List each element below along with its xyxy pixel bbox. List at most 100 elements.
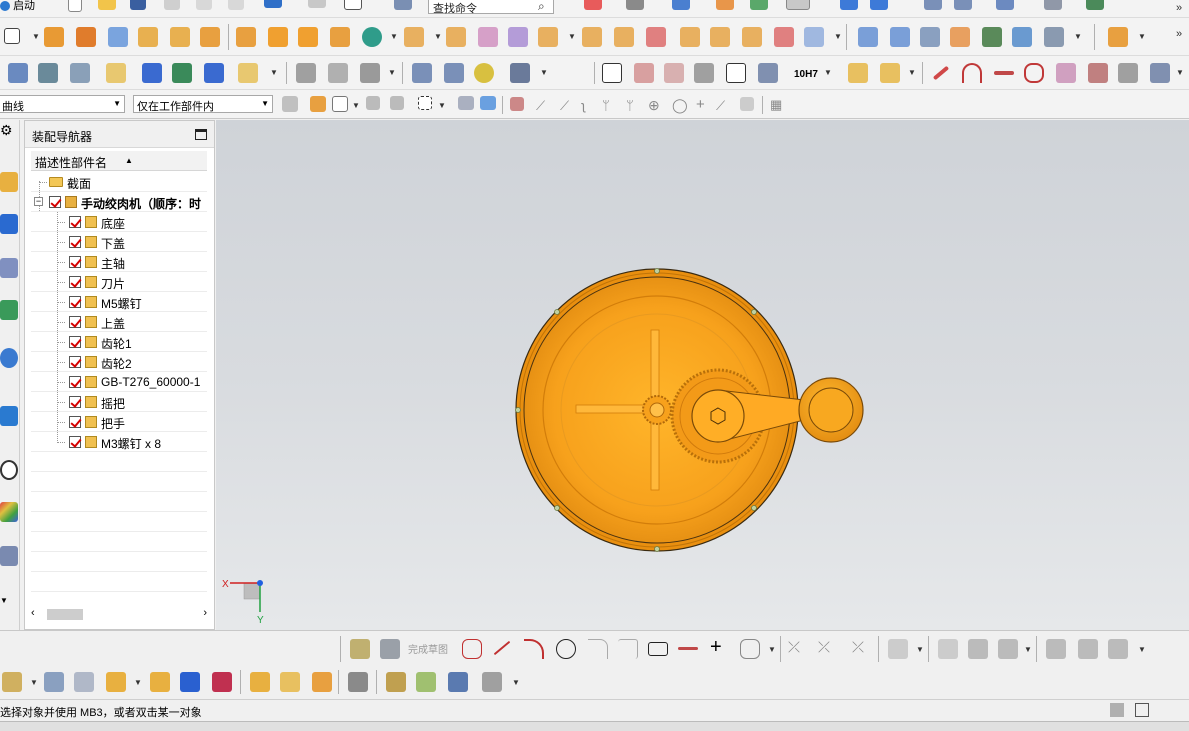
copy-icon[interactable] bbox=[196, 0, 212, 10]
dropdown-arrow-icon[interactable]: ▼ bbox=[512, 678, 520, 687]
show-constraints-icon[interactable] bbox=[998, 639, 1018, 659]
show-hide-icon[interactable] bbox=[360, 63, 380, 83]
snap-center-icon[interactable]: ⊕ bbox=[648, 97, 660, 114]
tree-node-part[interactable]: 齿轮2 bbox=[31, 352, 207, 372]
open-icon[interactable] bbox=[98, 0, 116, 10]
move-face-icon[interactable] bbox=[680, 27, 700, 47]
gear-1-part[interactable] bbox=[642, 395, 672, 425]
handle-part[interactable] bbox=[798, 377, 864, 443]
dropdown-arrow-icon[interactable]: ▼ bbox=[540, 68, 548, 77]
sweep-icon[interactable] bbox=[710, 27, 730, 47]
sketch-polygon-icon[interactable] bbox=[678, 647, 698, 650]
scroll-thumb[interactable] bbox=[47, 609, 83, 620]
dropdown-arrow-icon[interactable]: ▼ bbox=[434, 32, 442, 41]
tree-node-part[interactable]: 底座 bbox=[31, 212, 207, 232]
web-browser-icon[interactable] bbox=[0, 348, 18, 368]
part-navigator-icon[interactable] bbox=[0, 258, 18, 278]
constraint-navigator-icon[interactable] bbox=[0, 214, 18, 234]
arc-icon[interactable] bbox=[962, 63, 982, 83]
rail-scroll-down-icon[interactable]: ▼ bbox=[0, 596, 18, 616]
visibility-checkbox[interactable] bbox=[69, 436, 81, 448]
fit-view-icon[interactable] bbox=[584, 0, 602, 10]
dropdown-arrow-icon[interactable]: ▼ bbox=[32, 32, 40, 41]
stop-at-intersection-icon[interactable] bbox=[390, 96, 404, 110]
sketch-chamfer-icon[interactable] bbox=[618, 639, 638, 659]
replace-face-icon[interactable] bbox=[646, 27, 666, 47]
snap-face-point-icon[interactable] bbox=[740, 97, 754, 111]
select-body-icon[interactable] bbox=[458, 96, 474, 110]
system-materials-icon[interactable] bbox=[0, 546, 18, 566]
fit-tolerance-label[interactable]: 10H7 bbox=[794, 69, 818, 80]
emboss-icon[interactable] bbox=[804, 27, 824, 47]
measure-icon[interactable] bbox=[996, 0, 1014, 10]
layer-icon[interactable] bbox=[840, 0, 858, 10]
triangle-icon[interactable] bbox=[602, 63, 622, 83]
redo-icon[interactable] bbox=[308, 0, 326, 8]
sketch-rectangle-icon[interactable] bbox=[648, 642, 668, 656]
toolbar-overflow-icon[interactable]: » bbox=[1176, 2, 1182, 14]
layer-settings-icon[interactable] bbox=[38, 63, 58, 83]
mirror-feature-icon[interactable] bbox=[774, 27, 794, 47]
assembly-add-icon[interactable] bbox=[1108, 27, 1128, 47]
spring-icon[interactable] bbox=[444, 63, 464, 83]
full-screen-icon[interactable] bbox=[1135, 703, 1149, 717]
visibility-checkbox[interactable] bbox=[69, 376, 81, 388]
snap-existing-point-icon[interactable]: + bbox=[696, 96, 705, 113]
sketch-icon[interactable] bbox=[344, 0, 362, 10]
save-icon[interactable] bbox=[130, 0, 146, 10]
snap-endpoint-icon[interactable] bbox=[510, 97, 524, 111]
project-curve-icon[interactable] bbox=[1088, 63, 1108, 83]
visibility-checkbox[interactable] bbox=[69, 296, 81, 308]
snap-intersection-icon[interactable]: ᛘ bbox=[626, 98, 634, 113]
cut-icon[interactable] bbox=[164, 0, 180, 10]
intersect-curve-icon[interactable] bbox=[1118, 63, 1138, 83]
history-icon[interactable] bbox=[0, 406, 18, 426]
datum-plane-icon[interactable] bbox=[236, 27, 256, 47]
new-icon[interactable] bbox=[68, 0, 82, 12]
unite-icon[interactable] bbox=[330, 27, 350, 47]
boss-icon[interactable] bbox=[138, 27, 158, 47]
rotate-view-icon[interactable] bbox=[626, 0, 644, 10]
clock-icon[interactable] bbox=[0, 460, 18, 480]
assembly-sequencing-icon[interactable] bbox=[448, 672, 468, 692]
dropdown-arrow-icon[interactable]: ▼ bbox=[1138, 32, 1146, 41]
dropdown-arrow-icon[interactable]: ▼ bbox=[568, 32, 576, 41]
wave-geometry-linker-icon[interactable] bbox=[386, 672, 406, 692]
surface-mesh-icon[interactable] bbox=[890, 27, 910, 47]
sketch-fillet-icon[interactable] bbox=[588, 639, 608, 659]
grid-icon[interactable]: ▦ bbox=[770, 97, 782, 113]
tree-node-part[interactable]: M3螺钉 x 8 bbox=[31, 432, 207, 452]
maximize-icon[interactable] bbox=[195, 129, 207, 140]
tree-node-part[interactable]: 主轴 bbox=[31, 252, 207, 272]
horizontal-scrollbar[interactable]: ‹ › bbox=[29, 607, 209, 621]
visibility-checkbox[interactable] bbox=[49, 196, 61, 208]
dropdown-arrow-icon[interactable]: ▼ bbox=[834, 32, 842, 41]
replace-component-icon[interactable] bbox=[312, 672, 332, 692]
visibility-checkbox[interactable] bbox=[69, 396, 81, 408]
datum-target-icon[interactable] bbox=[664, 63, 684, 83]
swept-surface-icon[interactable] bbox=[920, 27, 940, 47]
tube-icon[interactable] bbox=[742, 27, 762, 47]
section-view-icon[interactable] bbox=[172, 63, 192, 83]
paste-icon[interactable] bbox=[228, 0, 244, 10]
tree-node-part[interactable]: 把手 bbox=[31, 412, 207, 432]
spline-icon[interactable] bbox=[1024, 63, 1044, 83]
sort-ascending-icon[interactable]: ▲ bbox=[125, 156, 133, 165]
offset-sketch-icon[interactable] bbox=[888, 639, 908, 659]
offset-surface-icon[interactable] bbox=[1012, 27, 1032, 47]
bearing-icon[interactable] bbox=[474, 63, 494, 83]
mirror-assembly-icon[interactable] bbox=[250, 672, 270, 692]
convert-reference-icon[interactable] bbox=[1108, 639, 1128, 659]
chamfer-icon[interactable] bbox=[446, 27, 466, 47]
split-body-icon[interactable] bbox=[582, 27, 602, 47]
hole-icon[interactable] bbox=[108, 27, 128, 47]
extract-curve-icon[interactable] bbox=[1150, 63, 1170, 83]
simulation-icon[interactable] bbox=[1086, 0, 1104, 10]
check-clearances-icon[interactable] bbox=[416, 672, 436, 692]
assembly-constraints-icon[interactable] bbox=[180, 672, 200, 692]
hide-icon[interactable] bbox=[296, 63, 316, 83]
rectangle-select-icon[interactable] bbox=[332, 96, 348, 112]
visibility-checkbox[interactable] bbox=[69, 316, 81, 328]
quick-trim-icon[interactable]: ⤫ bbox=[788, 639, 800, 656]
sketch-line-icon[interactable] bbox=[493, 640, 511, 656]
